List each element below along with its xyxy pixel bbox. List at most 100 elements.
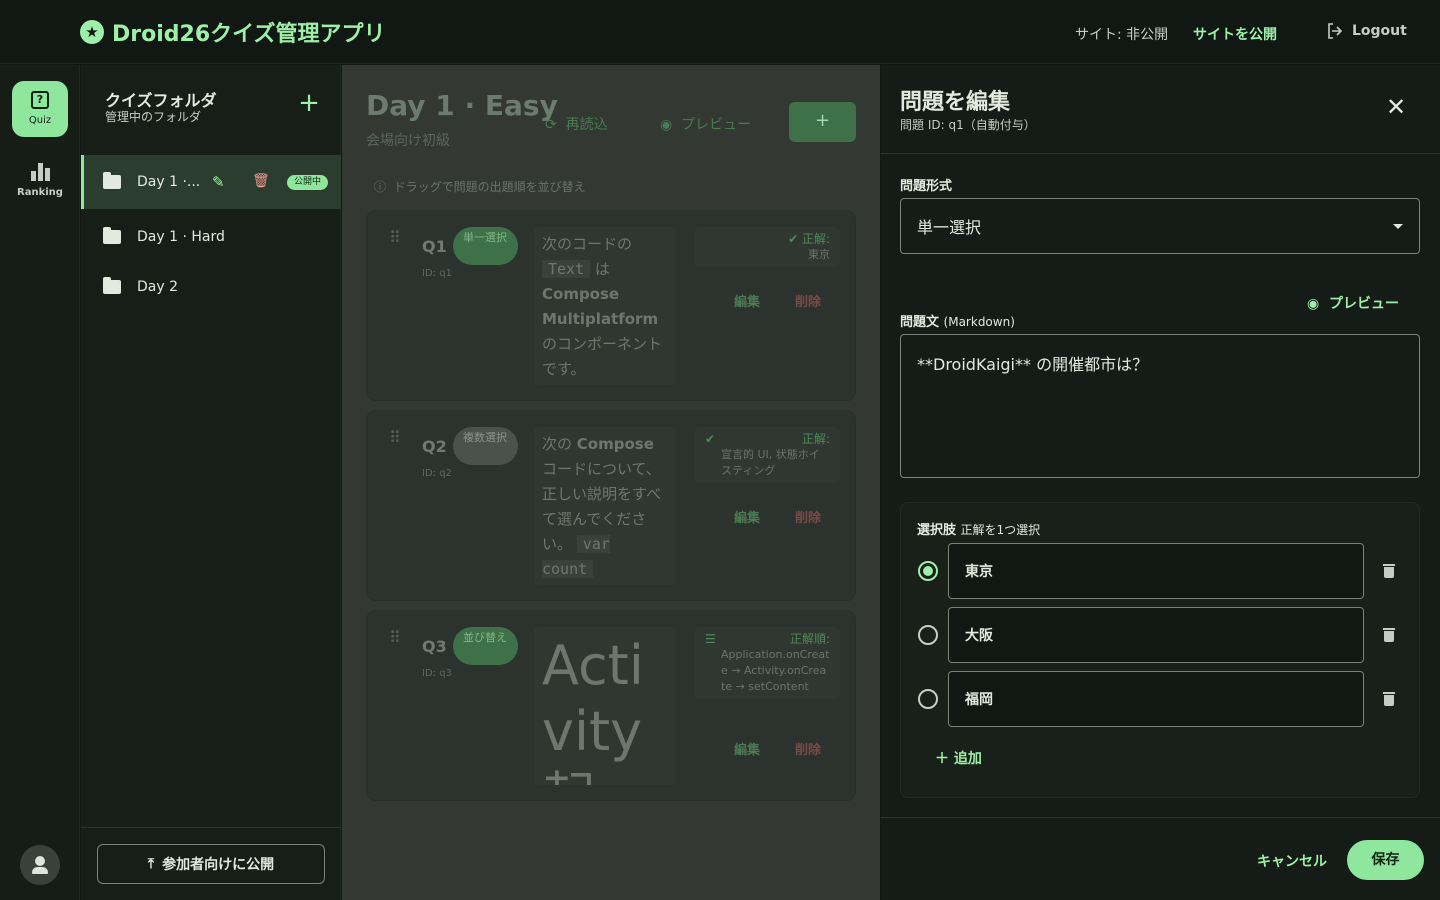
chevron-down-icon — [1393, 223, 1403, 229]
text-part: 次のコードの — [542, 235, 633, 253]
text-part: は — [594, 260, 610, 278]
edit-question-button[interactable]: 編集 — [734, 291, 760, 310]
folder-icon — [103, 172, 121, 189]
question-type-badge: 複数選択 — [453, 427, 518, 465]
choice-input[interactable]: 福岡 — [948, 671, 1364, 727]
folder-item-day2[interactable]: Day 2 — [81, 260, 341, 314]
folder-name: Day 1 ·... — [137, 174, 201, 190]
answer-box: ✔ 正解: 東京 — [695, 227, 840, 267]
eye-icon: ◉ — [660, 117, 673, 133]
add-question-button[interactable]: + — [789, 102, 856, 142]
choices-section: 選択肢 正解を1つ選択 東京 大阪 福岡 ＋ 追加 — [900, 502, 1420, 798]
text-part: 次の — [542, 435, 573, 453]
delete-icon[interactable]: 🗑 — [252, 173, 270, 189]
folder-title: Day 1 · Easy — [366, 89, 558, 122]
cancel-button[interactable]: キャンセル — [1257, 851, 1327, 871]
markdown-preview-button[interactable]: ◉ プレビュー — [1307, 293, 1399, 313]
editor-title: 問題を編集 — [900, 90, 1011, 115]
folder-subtitle: 会場向け初級 — [366, 133, 450, 149]
folder-item-day1-easy[interactable]: Day 1 ·... ✎ 🗑 公開中 — [81, 155, 341, 209]
edit-question-button[interactable]: 編集 — [734, 739, 760, 758]
plus-icon: ＋ — [935, 751, 949, 767]
label-text: 選択肢 — [917, 523, 957, 538]
trash-icon[interactable] — [1383, 564, 1395, 578]
label-note: 正解を1つ選択 — [960, 523, 1041, 537]
eye-icon: ◉ — [1307, 296, 1320, 312]
drag-handle-icon[interactable]: ⠿ — [389, 230, 402, 246]
choice-input[interactable]: 大阪 — [948, 607, 1364, 663]
rail-item-quiz[interactable]: ? Quiz — [12, 81, 68, 137]
logout-button[interactable]: Logout — [1326, 22, 1407, 40]
list-icon: ☰ — [705, 632, 716, 646]
delete-question-button[interactable]: 削除 — [795, 291, 821, 310]
hint-text: ドラッグで問題の出題順を並び替え — [393, 180, 586, 194]
editor-subtitle: 問題 ID: q1（自動付与） — [900, 118, 1036, 132]
question-type-badge: 単一選択 — [453, 227, 518, 265]
reorder-hint: ⓘ ドラッグで問題の出題順を並び替え — [374, 178, 586, 195]
choices-label: 選択肢 正解を1つ選択 — [917, 519, 1040, 538]
add-choice-button[interactable]: ＋ 追加 — [935, 748, 982, 768]
add-folder-button[interactable]: + — [297, 90, 321, 116]
answer-box: ✔ 正解: 宣言的 UI, 状態ホイスティング — [695, 427, 840, 483]
correct-radio[interactable] — [918, 625, 938, 645]
published-badge: 公開中 — [287, 175, 329, 190]
publish-site-button[interactable]: サイトを公開 — [1193, 24, 1277, 44]
answer-value: 宣言的 UI, 状態ホイスティング — [721, 448, 820, 477]
edit-icon[interactable]: ✎ — [212, 173, 225, 191]
question-format-select[interactable]: 単一選択 — [900, 198, 1420, 254]
bold-text: Compose Multiplatform — [542, 285, 659, 328]
divider — [881, 817, 1440, 818]
bold-text: Compose — [576, 435, 654, 453]
correct-radio[interactable] — [918, 561, 938, 581]
question-id: ID: q3 — [422, 668, 452, 679]
label-note: (Markdown) — [943, 315, 1015, 329]
quiz-icon: ? — [31, 91, 49, 109]
upload-icon: ⤒ — [147, 856, 155, 872]
question-id: ID: q1 — [422, 268, 452, 279]
answer-box: ☰ 正解順: Application.onCreate → Activity.on… — [695, 627, 840, 699]
choice-input[interactable]: 東京 — [948, 543, 1364, 599]
correct-radio[interactable] — [918, 689, 938, 709]
reload-label: 再読込 — [565, 117, 608, 133]
question-text-preview: 次の Compose コードについて、正しい説明をすべて選んでください。 var… — [534, 427, 677, 585]
ranking-icon — [12, 161, 68, 181]
star-badge-icon: ★ — [80, 20, 104, 44]
question-card[interactable]: ⠿ Q2 ID: q2 複数選択 次の Compose コードについて、正しい説… — [366, 410, 856, 601]
folder-name: Day 2 — [137, 279, 179, 295]
question-card[interactable]: ⠿ Q1 ID: q1 単一選択 次のコードの Text は Compose M… — [366, 210, 856, 401]
question-text-preview: 次のコードの Text は Compose Multiplatform のコンポー… — [534, 227, 677, 385]
label-text: 問題文 — [900, 315, 940, 330]
question-list-area: Day 1 · Easy 会場向け初級 ⟳ 再読込 ◉ プレビュー + ⓘ ドラ… — [342, 65, 880, 900]
preview-button[interactable]: ◉ プレビュー — [660, 114, 751, 134]
answer-label: 正解: — [801, 232, 830, 246]
question-text-input[interactable]: **DroidKaigi** の開催都市は？ — [900, 334, 1420, 478]
delete-question-button[interactable]: 削除 — [795, 507, 821, 526]
question-card[interactable]: ⠿ Q3 ID: q3 並び替え Activity 起 ☰ 正解順: Applic… — [366, 610, 856, 801]
question-number: Q3 — [422, 637, 447, 656]
nav-rail: ? Quiz Ranking — [0, 65, 80, 900]
edit-question-button[interactable]: 編集 — [734, 507, 760, 526]
question-id: ID: q2 — [422, 468, 452, 479]
trash-icon[interactable] — [1383, 692, 1395, 706]
delete-question-button[interactable]: 削除 — [795, 739, 821, 758]
reload-button[interactable]: ⟳ 再読込 — [545, 114, 608, 134]
rail-quiz-label: Quiz — [28, 115, 52, 126]
refresh-icon: ⟳ — [545, 117, 557, 133]
rail-item-ranking[interactable]: Ranking — [12, 161, 68, 198]
drag-handle-icon[interactable]: ⠿ — [389, 430, 402, 446]
folders-subtitle: 管理中のフォルダ — [105, 110, 202, 124]
publish-for-participants-button[interactable]: ⤒ 参加者向けに公開 — [97, 844, 325, 884]
folder-name: Day 1 · Hard — [137, 229, 225, 245]
info-icon: ⓘ — [374, 180, 387, 194]
user-avatar[interactable] — [20, 845, 60, 885]
trash-icon[interactable] — [1383, 628, 1395, 642]
drag-handle-icon[interactable]: ⠿ — [389, 630, 402, 646]
save-button[interactable]: 保存 — [1347, 840, 1424, 880]
folder-icon — [103, 227, 121, 244]
answer-value: Application.onCreate → Activity.onCreate… — [721, 648, 830, 693]
folder-item-day1-hard[interactable]: Day 1 · Hard — [81, 210, 341, 264]
folder-sidebar: クイズフォルダ 管理中のフォルダ + Day 1 ·... ✎ 🗑 公開中 Da… — [81, 65, 341, 900]
question-number: Q1 — [422, 237, 447, 256]
format-value: 単一選択 — [917, 218, 982, 237]
close-icon[interactable]: ✕ — [1384, 95, 1408, 119]
